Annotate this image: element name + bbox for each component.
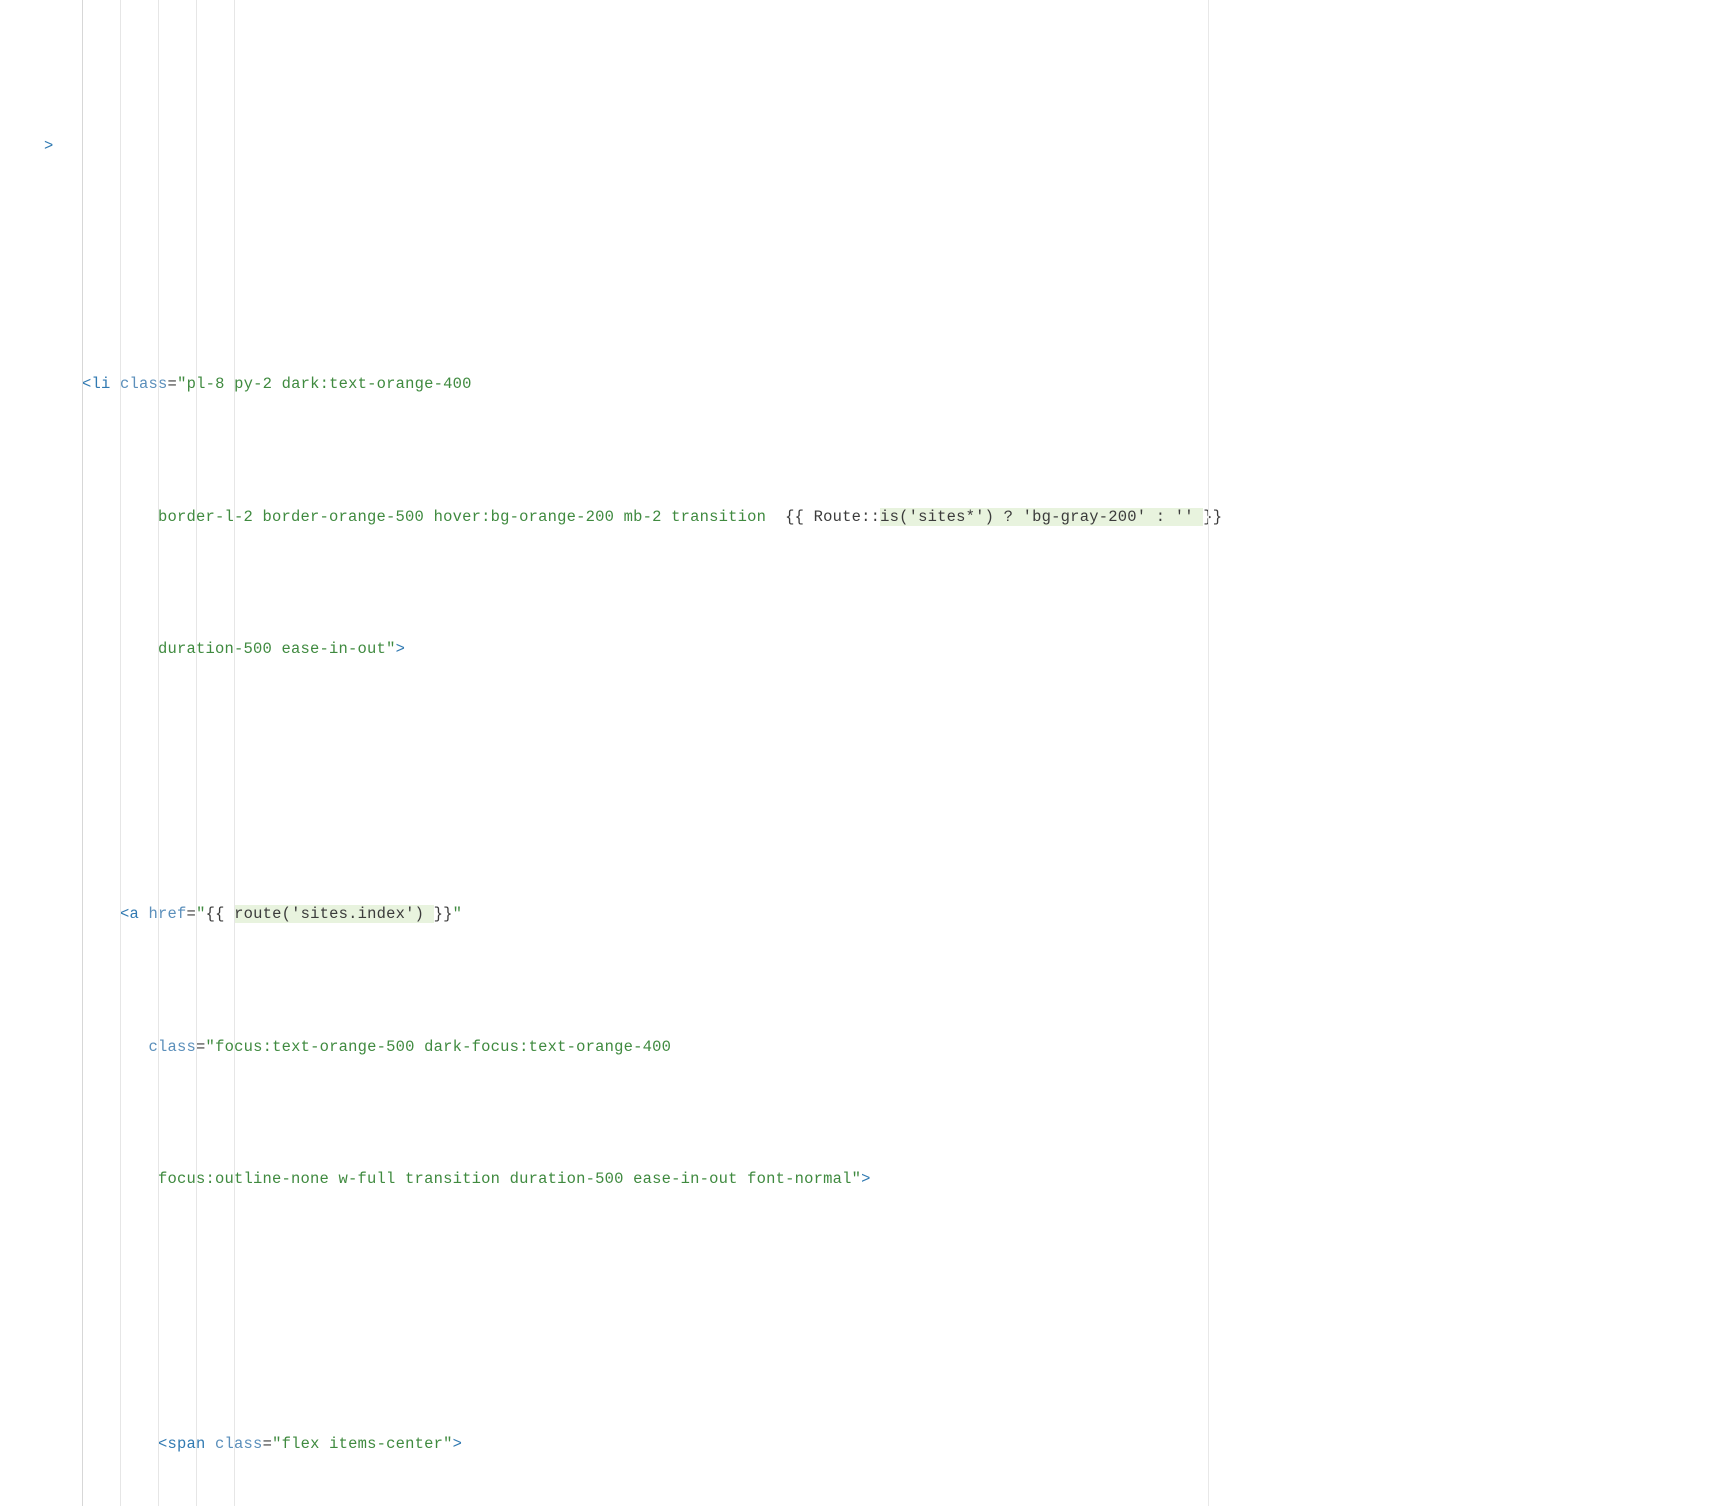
code-line: duration-500 ease-in-out">	[44, 636, 1722, 663]
code-line: border-l-2 border-orange-500 hover:bg-or…	[44, 504, 1722, 531]
code-editor[interactable]: > <li class="pl-8 py-2 dark:text-orange-…	[0, 0, 1722, 1506]
code-line: <li class="pl-8 py-2 dark:text-orange-40…	[44, 371, 1722, 398]
code-line	[44, 769, 1722, 796]
code-line	[44, 239, 1722, 266]
code-line: focus:outline-none w-full transition dur…	[44, 1166, 1722, 1193]
code-line: <span class="flex items-center">	[44, 1431, 1722, 1458]
code-line: <a href="{{ route('sites.index') }}"	[44, 901, 1722, 928]
code-line	[44, 1299, 1722, 1326]
code-line: class="focus:text-orange-500 dark-focus:…	[44, 1034, 1722, 1061]
code-line: >	[44, 133, 1722, 160]
ruler	[1208, 0, 1209, 1506]
